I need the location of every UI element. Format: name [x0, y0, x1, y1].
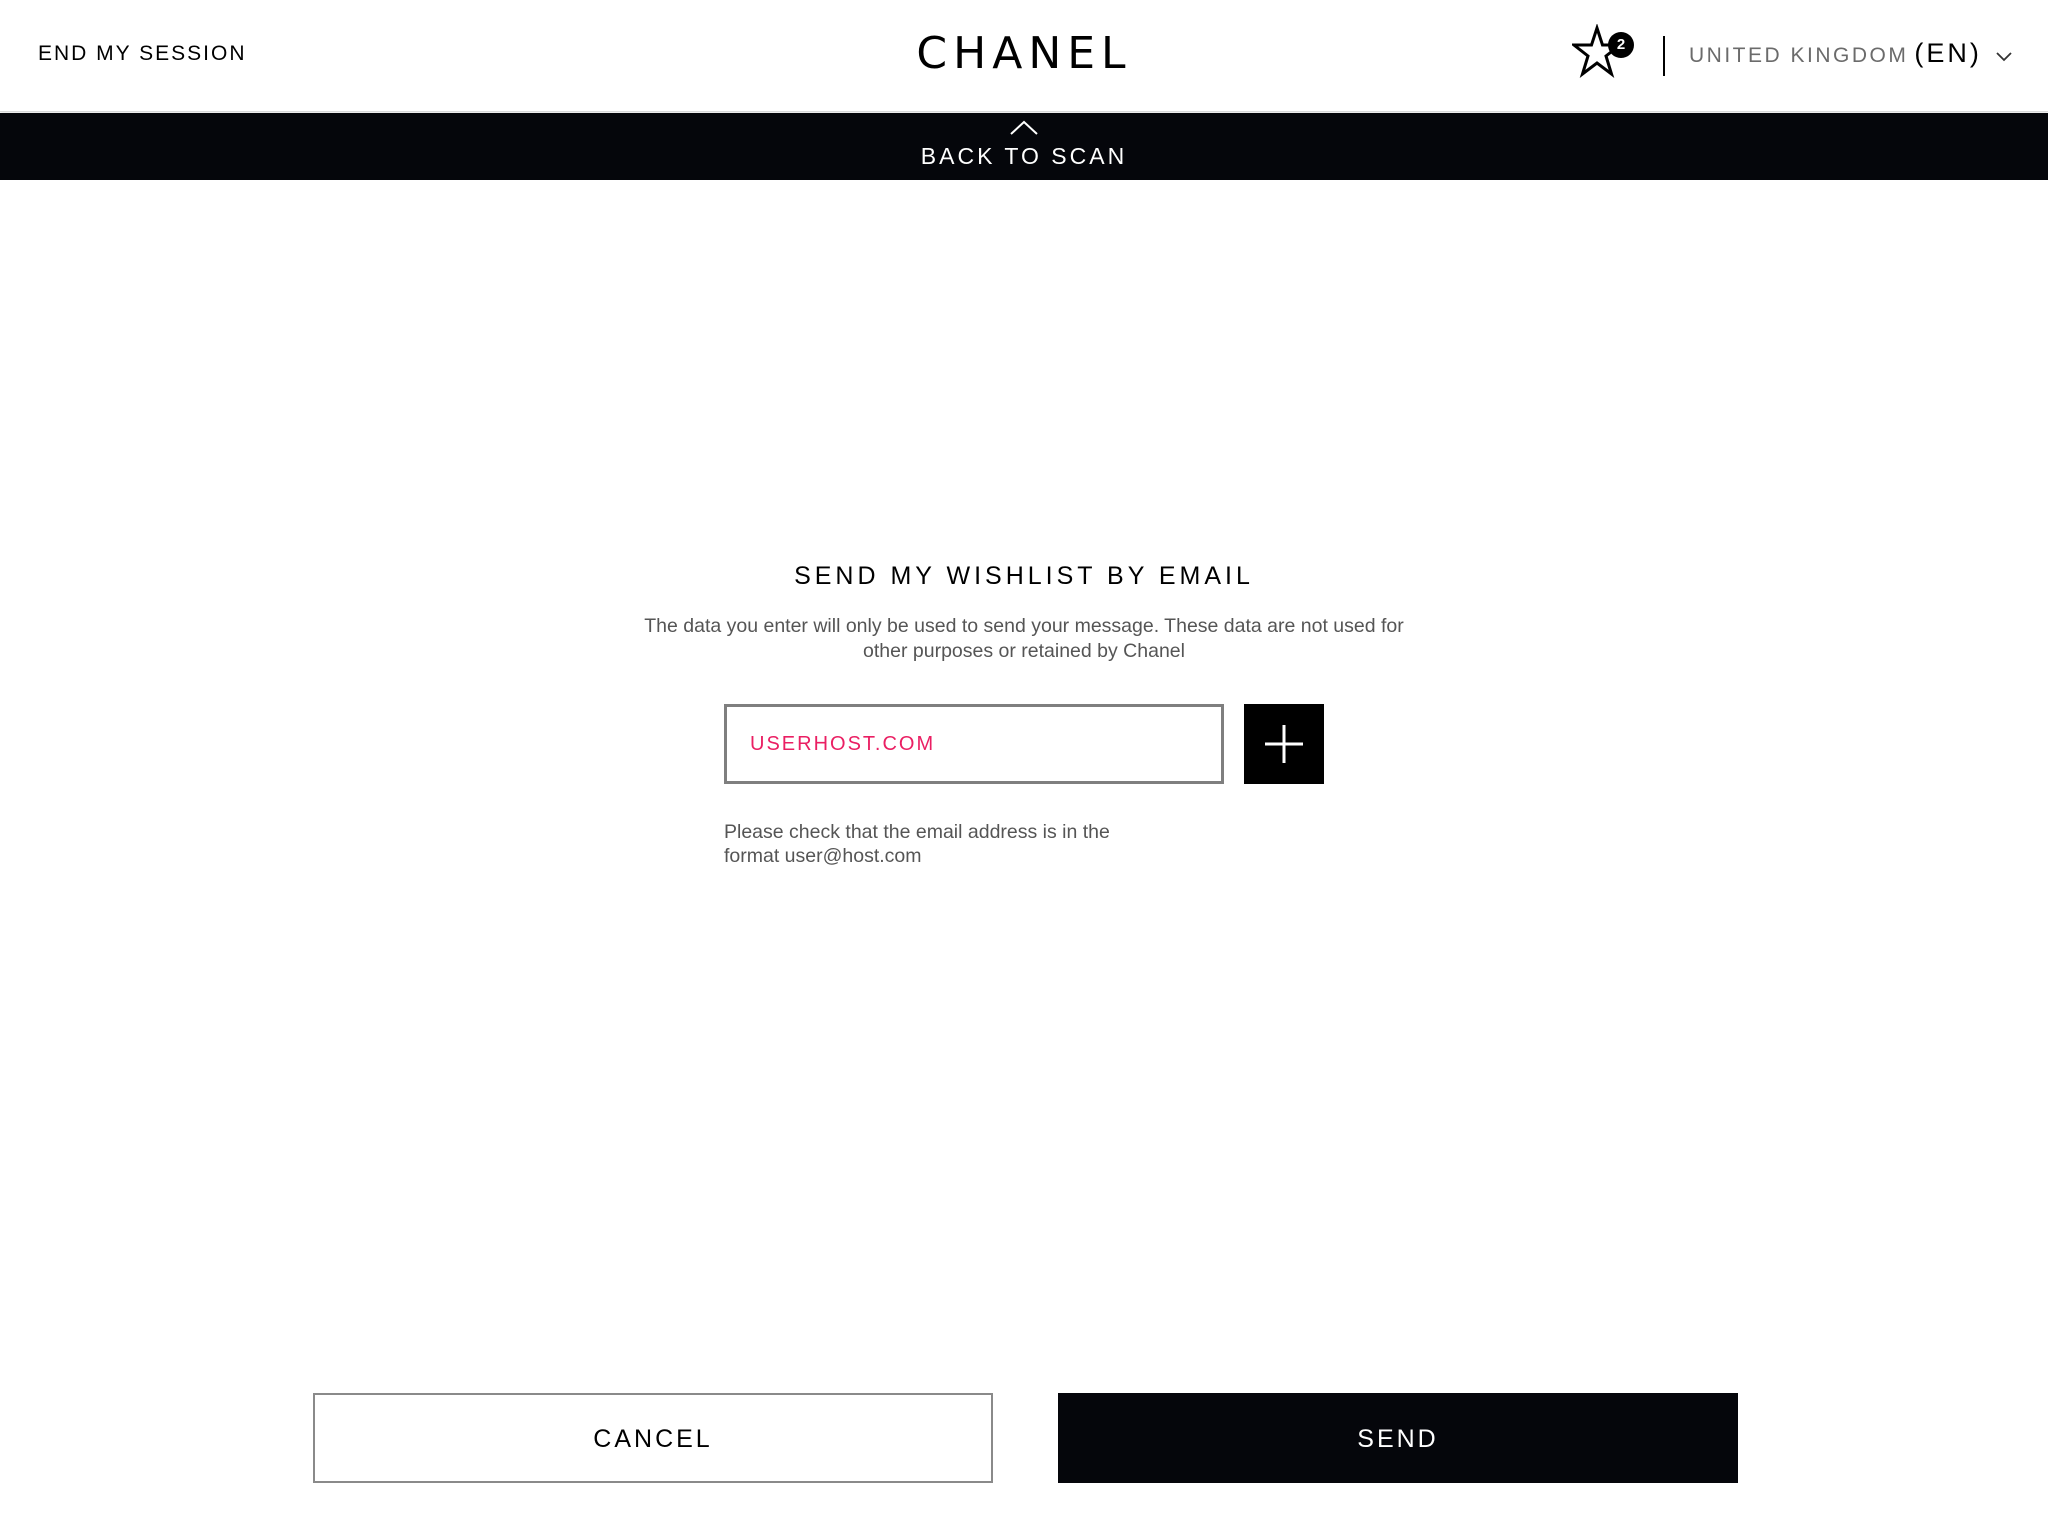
email-error-message: Please check that the email address is i…: [724, 821, 1110, 867]
cancel-button[interactable]: CANCEL: [313, 1393, 993, 1483]
back-to-scan-bar[interactable]: BACK TO SCAN: [0, 113, 2048, 180]
privacy-description: The data you enter will only be used to …: [644, 615, 1404, 662]
language-label: (EN): [1914, 38, 1982, 68]
header-divider: [1663, 36, 1665, 76]
country-selector[interactable]: UNITED KINGDOM (EN): [1689, 38, 2012, 69]
back-to-scan-label: BACK TO SCAN: [920, 143, 1128, 169]
wishlist-button[interactable]: 2: [1572, 24, 1636, 84]
plus-icon: [1265, 725, 1303, 763]
chevron-up-icon: [1010, 120, 1038, 141]
top-header: END MY SESSION CHANEL 2 UNITED KINGDOM (E…: [0, 0, 2048, 112]
chevron-down-icon: [1996, 44, 2012, 68]
email-field-value: USERHOST.COM: [750, 733, 936, 755]
email-field[interactable]: USERHOST.COM: [724, 704, 1224, 784]
wishlist-count-badge: 2: [1608, 32, 1634, 58]
page-title: SEND MY WISHLIST BY EMAIL: [794, 562, 1254, 590]
country-label: UNITED KINGDOM: [1689, 44, 1909, 67]
send-button[interactable]: SEND: [1058, 1393, 1738, 1483]
add-email-button[interactable]: [1244, 704, 1324, 784]
